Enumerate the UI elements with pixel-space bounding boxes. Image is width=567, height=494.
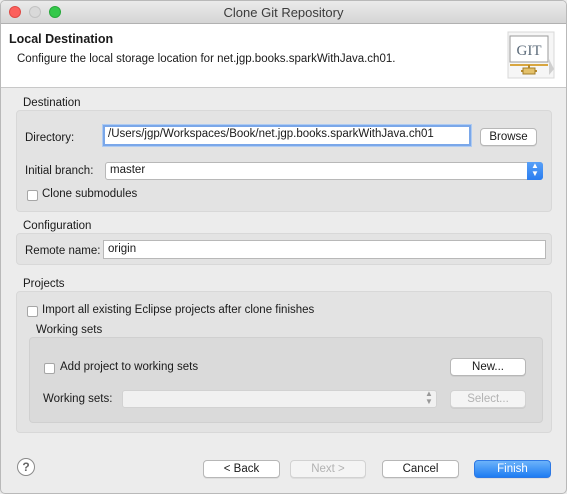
initial-branch-select[interactable]: master ▲ ▼ <box>105 162 543 180</box>
directory-label: Directory: <box>25 132 75 144</box>
dialog-content: Destination Directory: /Users/jgp/Worksp… <box>1 88 566 438</box>
projects-group: Import all existing Eclipse projects aft… <box>16 291 552 433</box>
configuration-section-label: Configuration <box>23 220 92 232</box>
help-icon[interactable]: ? <box>17 458 35 476</box>
select-arrows-icon: ▲ ▼ <box>527 162 543 180</box>
import-projects-label: Import all existing Eclipse projects aft… <box>42 304 315 316</box>
clone-submodules-label: Clone submodules <box>42 188 138 200</box>
new-working-set-button[interactable]: New... <box>450 358 526 376</box>
git-logo-text: GIT <box>517 43 542 59</box>
working-sets-title: Working sets <box>36 324 103 336</box>
next-button[interactable]: Next > <box>290 460 366 478</box>
back-button[interactable]: < Back <box>203 460 280 478</box>
dialog-footer: ? < Back Next > Cancel Finish <box>1 444 566 493</box>
page-description: Configure the local storage location for… <box>17 53 396 65</box>
add-to-working-sets-checkbox[interactable] <box>44 363 55 374</box>
window-title: Clone Git Repository <box>223 5 344 20</box>
select-arrows-icon: ▲ ▼ <box>425 389 433 406</box>
git-logo-icon: GIT <box>507 31 555 79</box>
remote-name-input[interactable]: origin <box>103 240 546 259</box>
import-projects-checkbox[interactable] <box>27 306 38 317</box>
working-sets-group: Add project to working sets New... Worki… <box>29 337 543 423</box>
directory-input[interactable]: /Users/jgp/Workspaces/Book/net.jgp.books… <box>103 125 471 146</box>
working-sets-label: Working sets: <box>43 393 113 405</box>
clone-git-repository-dialog: Clone Git Repository Local Destination C… <box>0 0 567 494</box>
wizard-banner: Local Destination Configure the local st… <box>1 24 566 88</box>
destination-section-label: Destination <box>23 97 81 109</box>
cancel-button[interactable]: Cancel <box>382 460 459 478</box>
initial-branch-label: Initial branch: <box>25 165 94 177</box>
working-sets-select[interactable]: ▲ ▼ <box>122 390 437 408</box>
clone-submodules-checkbox[interactable] <box>27 190 38 201</box>
destination-group: Directory: /Users/jgp/Workspaces/Book/ne… <box>16 110 552 212</box>
finish-button[interactable]: Finish <box>474 460 551 478</box>
select-working-sets-button[interactable]: Select... <box>450 390 526 408</box>
configuration-group: Remote name: origin <box>16 233 552 265</box>
projects-section-label: Projects <box>23 278 65 290</box>
initial-branch-value: master <box>110 164 146 176</box>
remote-name-label: Remote name: <box>25 245 101 257</box>
page-title: Local Destination <box>9 32 114 46</box>
add-to-working-sets-label: Add project to working sets <box>60 361 199 373</box>
browse-button[interactable]: Browse <box>480 128 537 146</box>
title-bar: Clone Git Repository <box>1 1 566 24</box>
